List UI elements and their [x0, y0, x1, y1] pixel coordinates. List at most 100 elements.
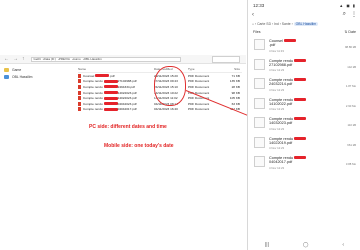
file-name: Compte rendu [269, 136, 294, 141]
breadcrumb-item[interactable]: Sante [282, 22, 291, 26]
file-type: PDF Document [188, 107, 210, 112]
file-size: 135 KB [229, 79, 240, 84]
address-segment[interactable]: PREVIA [59, 57, 70, 61]
column-name[interactable]: Name [78, 67, 154, 71]
redaction-mark [103, 91, 118, 95]
file-name: Compte rendu [83, 101, 103, 106]
pdf-icon [78, 84, 81, 89]
list-item[interactable]: Compte rendu 24032214.pdf 4 Nov 12:23 1.87 … [248, 75, 360, 95]
date-highlight-oval [154, 66, 186, 106]
list-item[interactable]: Compte rendu 14032023.pdf 4 Nov 12:23 110 k… [248, 114, 360, 134]
back-nav-icon[interactable]: ‹ [342, 242, 344, 248]
sort-label: Date [348, 30, 356, 34]
file-title: Compte rendu 14102022.pdf [269, 97, 307, 107]
nav-bar: ||| ◯ ‹ [248, 239, 360, 250]
folder-icon [4, 67, 9, 72]
file-type: PDF Document [188, 79, 210, 84]
file-info: Counsel .pdf 4 Nov 11:33 [269, 39, 296, 53]
file-suffix: .pdf [269, 43, 276, 48]
file-name: Compte rendu [269, 58, 294, 63]
file-name: Compte rendu [269, 117, 294, 121]
sidebar-item-obl[interactable]: OBL Hassilim [0, 73, 38, 80]
search-icon[interactable]: ⌕ [343, 11, 346, 18]
address-bar[interactable]: Getfit › Data (D:) › PREVIA › Aumo › OBL Has… [30, 56, 181, 62]
address-segment[interactable]: Getfit [34, 57, 41, 61]
list-item[interactable]: Counsel .pdf 4 Nov 11:33 98.86 kB [248, 36, 360, 56]
file-name: Compte rendu [269, 156, 294, 160]
pdf-icon [78, 73, 81, 78]
status-bar: 12:33 ▲ ◼ ▮ [248, 0, 360, 10]
pdf-icon [78, 79, 81, 84]
file-suffix: .pdf [109, 73, 115, 78]
column-type[interactable]: Type [188, 67, 220, 71]
redaction-mark [103, 107, 118, 111]
file-suffix: 2494334.pdf [117, 84, 135, 89]
file-title: Compte rendu 14022019.pdf [269, 136, 307, 146]
file-name: Compte rendu [269, 78, 294, 82]
file-size: 105 KB [229, 96, 240, 101]
file-title: Compte rendu 04042017.pdf [269, 156, 307, 165]
file-name: Compte rendu [83, 96, 103, 101]
file-thumbnail [254, 117, 265, 128]
column-size[interactable]: Size [220, 67, 240, 71]
search-input[interactable] [212, 56, 240, 63]
sidebar-item-game[interactable]: Game [0, 66, 38, 73]
forward-arrow-icon[interactable]: → [13, 56, 18, 62]
address-segment[interactable]: Aumo [73, 57, 81, 61]
list-item[interactable]: Compte rendu 14102022.pdf 4 Nov 12:23 2.90 … [248, 95, 360, 115]
file-name-cell: Compte rendu 04042023.pdf [78, 101, 154, 106]
file-info: Compte rendu 27102988.pdf 4 Nov 12:23 [269, 58, 307, 73]
table-row[interactable]: Compte rendu 04042017.pdf 04/11/2023 16:40… [78, 107, 242, 113]
home-button-icon[interactable]: ◯ [303, 242, 309, 248]
file-suffix: 14022023.pdf [117, 90, 137, 95]
breadcrumb-item[interactable]: Carte SD [257, 22, 271, 26]
back-icon[interactable]: ‹ [252, 12, 254, 18]
pdf-icon [78, 96, 81, 101]
more-icon[interactable]: ⋮ [351, 11, 357, 18]
file-suffix: 04042017.pdf [117, 107, 137, 112]
file-name-cell: Compte rendu 14022023.pdf [78, 96, 154, 101]
file-title: Counsel .pdf [269, 39, 296, 48]
recents-icon[interactable]: ||| [265, 242, 269, 248]
file-name: Compte rendu [269, 97, 294, 102]
file-thumbnail [254, 78, 265, 89]
sort-button[interactable]: ⇅ Date [344, 30, 356, 34]
files-label: Files [253, 30, 261, 34]
up-arrow-icon[interactable]: ↑ [22, 56, 25, 62]
redaction-mark [294, 78, 307, 81]
clock: 12:33 [253, 2, 265, 8]
home-icon[interactable]: ⌂ [252, 22, 254, 26]
file-date: 4 Nov 12:23 [269, 87, 285, 92]
redaction-mark [103, 102, 118, 106]
file-size: 2.90 Mo [345, 103, 356, 108]
file-suffix: 14032023.pdf [269, 121, 293, 126]
address-segment[interactable]: OBL Hassilim [84, 57, 102, 61]
redaction-mark [283, 39, 296, 42]
file-name: Compte rendu [83, 84, 103, 89]
address-segment[interactable]: Data (D:) [44, 57, 56, 61]
breadcrumb-current[interactable]: OBL Hassilim [293, 21, 319, 26]
list-item[interactable]: Compte rendu 04042017.pdf 4 Nov 12:23 3.88 … [248, 153, 360, 173]
file-size: 3.88 Mo [345, 162, 356, 166]
pc-toolbar: ← → ↑ Getfit › Data (D:) › PREVIA › Aumo › O… [0, 55, 246, 64]
pdf-icon [78, 90, 81, 95]
file-name: Compte rendu [83, 90, 103, 95]
file-suffix: 14022023.pdf [117, 96, 137, 101]
redaction-mark [103, 96, 118, 100]
list-item[interactable]: Compte rendu 14022019.pdf 4 Nov 12:23 661 k… [248, 134, 360, 154]
back-arrow-icon[interactable]: ← [4, 56, 9, 62]
file-suffix: 27102988.pdf [269, 62, 293, 67]
file-suffix: 04042023.pdf [117, 101, 137, 106]
list-item[interactable]: Compte rendu 27102988.pdf 4 Nov 12:23 142 k… [248, 56, 360, 76]
file-thumbnail [254, 156, 265, 167]
breadcrumb-item[interactable]: Ind [274, 22, 279, 26]
file-type: PDF Document [188, 84, 210, 89]
breadcrumb: ⌂ › Carte SD › Ind › Sante › OBL Hassili… [252, 21, 319, 26]
file-info: Compte rendu 14022019.pdf 4 Nov 12:23 [269, 136, 307, 150]
file-name: Counsel [83, 73, 95, 78]
status-icons: ▲ ◼ ▮ [339, 2, 356, 8]
file-title: Compte rendu 24032214.pdf [269, 78, 307, 87]
file-thumbnail [254, 58, 265, 70]
sidebar-item-label: OBL Hassilim [12, 74, 33, 79]
file-date: 4 Nov 12:23 [269, 68, 285, 73]
